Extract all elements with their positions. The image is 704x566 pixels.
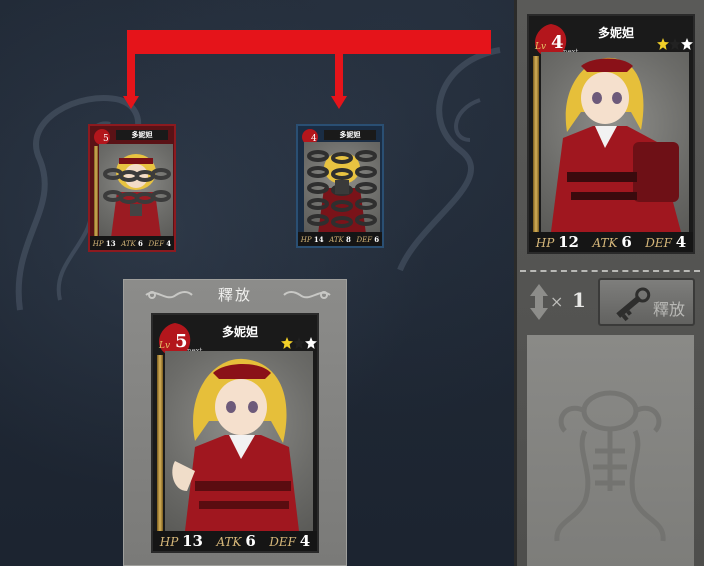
card-stats: HP 13 ATK 6 DEF 4 <box>90 236 174 250</box>
card-gold-trim <box>533 56 539 232</box>
star-icon <box>293 337 305 349</box>
link-connector-line <box>127 30 491 54</box>
def-label: DEF <box>645 236 672 250</box>
card-def: 4 <box>299 532 311 550</box>
link-connector-line <box>335 30 343 102</box>
hp-label: HP <box>159 535 179 549</box>
card-stats: HP 14 ATK 8 DEF 6 <box>298 232 382 246</box>
card-level-label: Lv <box>159 341 171 351</box>
hp-label: HP <box>535 236 555 250</box>
card-name: 多妮妲 <box>573 24 659 41</box>
card-left[interactable]: 5 多妮妲 HP 13 ATK 6 DEF 4 <box>88 124 176 252</box>
card-atk: 8 <box>346 234 351 244</box>
preview-card: Lv 5 next 多妮妲 HP 13 ATK 6 DEF 4 <box>151 313 319 553</box>
card-name: 多妮妲 <box>116 130 168 140</box>
card-right[interactable]: 4 多妮妲 HP 14 ATK 8 DEF 6 <box>296 124 384 248</box>
card-hp: 13 <box>105 238 116 248</box>
key-icon <box>616 287 651 322</box>
card-level: 4 <box>551 32 564 53</box>
card-def: 6 <box>374 234 380 244</box>
atk-label: ATK <box>216 535 242 549</box>
sidebar-divider <box>520 270 700 272</box>
card-stats: HP 12 ATK 6 DEF 4 <box>529 232 693 252</box>
card-hp: 13 <box>182 532 203 550</box>
frog-emblem-icon <box>554 390 666 542</box>
card-portrait <box>304 142 380 234</box>
card-hp: 14 <box>313 234 324 244</box>
star-icon <box>281 337 293 349</box>
card-hp: 12 <box>558 233 579 251</box>
release-button-label: 釋放 <box>652 300 685 319</box>
card-def: 4 <box>675 233 687 251</box>
card-portrait <box>99 144 173 238</box>
card-level: 5 <box>175 331 188 352</box>
star-icon <box>305 337 317 349</box>
card-gold-trim <box>157 355 163 531</box>
ornament-right-icon <box>283 291 331 299</box>
character-portrait-icon <box>551 57 681 232</box>
dpad-icon <box>530 284 548 320</box>
multiplier-sign: × <box>550 292 564 311</box>
card-name: 多妮妲 <box>324 130 376 140</box>
star-icon <box>669 38 681 50</box>
card-name: 多妮妲 <box>197 323 283 340</box>
star-icon <box>657 38 669 50</box>
chain-icon <box>103 168 171 216</box>
card-def: 4 <box>166 238 172 248</box>
arrow-down-icon <box>331 96 347 109</box>
card-level: 5 <box>103 134 109 144</box>
card-atk: 6 <box>138 238 143 248</box>
emblem-panel <box>527 335 694 566</box>
card-atk: 6 <box>621 233 632 251</box>
card-portrait <box>165 351 313 531</box>
card-stats: HP 13 ATK 6 DEF 4 <box>153 531 317 551</box>
card-level-label: Lv <box>535 42 547 52</box>
release-count: 1 <box>572 288 586 312</box>
release-button[interactable]: 釋放 <box>598 278 695 326</box>
card-portrait <box>541 52 689 232</box>
arrow-down-icon <box>123 96 139 109</box>
def-label: DEF <box>269 535 296 549</box>
card-gold-trim <box>94 146 98 238</box>
character-portrait-icon <box>172 358 299 531</box>
card-atk: 6 <box>245 532 256 550</box>
link-connector-line <box>127 30 135 102</box>
selected-card: Lv 4 next 多妮妲 HP 12 ATK 6 DEF 4 <box>527 14 695 254</box>
chain-icon <box>307 150 377 228</box>
star-icon <box>681 38 693 50</box>
atk-label: ATK <box>592 236 618 250</box>
